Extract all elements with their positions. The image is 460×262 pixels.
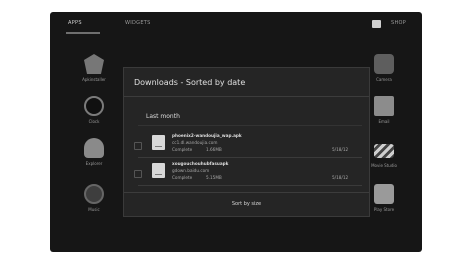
dialog-title-divider bbox=[124, 96, 369, 97]
download-item[interactable]: phoenix2-wandoujia_wap.apk cc1.dl.wandou… bbox=[124, 132, 369, 158]
play-store-icon bbox=[374, 184, 394, 204]
select-checkbox[interactable] bbox=[134, 142, 142, 150]
app-apkinstaller[interactable]: Apkinstaller bbox=[74, 54, 114, 98]
dialog-title: Downloads - Sorted by date bbox=[134, 78, 246, 87]
shop-button[interactable]: SHOP bbox=[391, 20, 406, 26]
explorer-icon bbox=[84, 138, 104, 158]
download-filename: phoenix2-wandoujia_wap.apk bbox=[172, 133, 242, 138]
shop-icon[interactable] bbox=[372, 20, 381, 28]
download-status: Complete bbox=[172, 147, 193, 152]
camera-icon bbox=[374, 54, 394, 74]
clock-icon bbox=[84, 96, 104, 116]
apkinstaller-icon bbox=[84, 54, 104, 74]
app-label: Explorer bbox=[85, 161, 103, 166]
download-date: 5/18/12 bbox=[332, 175, 349, 180]
download-host: cc1.dl.wandoujia.com bbox=[172, 140, 218, 145]
android-apk-icon bbox=[152, 135, 165, 150]
android-apk-icon bbox=[152, 163, 165, 178]
tab-apps-indicator bbox=[66, 32, 100, 34]
app-email[interactable]: Email bbox=[364, 96, 404, 140]
app-play-store[interactable]: Play Store bbox=[364, 184, 404, 228]
downloads-dialog: Downloads - Sorted by date Last month ph… bbox=[123, 67, 370, 217]
app-camera[interactable]: Camera bbox=[364, 54, 404, 98]
tab-widgets[interactable]: WIDGETS bbox=[125, 20, 151, 26]
screenshot-frame: APPS WIDGETS SHOP Apkinstaller Clock Exp… bbox=[0, 0, 460, 262]
app-label: Music bbox=[88, 207, 100, 212]
app-label: Clock bbox=[88, 119, 100, 124]
movie-studio-icon bbox=[374, 144, 394, 158]
section-header-last-month: Last month bbox=[146, 113, 180, 120]
download-date: 5/18/12 bbox=[332, 147, 349, 152]
app-label: Apkinstaller bbox=[82, 77, 106, 82]
launcher-tab-bar: APPS WIDGETS SHOP bbox=[50, 12, 422, 36]
music-icon bbox=[84, 184, 104, 204]
app-explorer[interactable]: Explorer bbox=[74, 138, 114, 182]
app-music[interactable]: Music bbox=[74, 184, 114, 228]
select-checkbox[interactable] bbox=[134, 170, 142, 178]
tablet-screen: APPS WIDGETS SHOP Apkinstaller Clock Exp… bbox=[50, 12, 422, 252]
row-divider bbox=[138, 185, 362, 186]
download-size: 1.66MB bbox=[206, 147, 222, 152]
section-divider bbox=[138, 125, 362, 126]
sort-by-size-button[interactable]: Sort by size bbox=[124, 193, 369, 216]
download-size: 5.15MB bbox=[206, 175, 222, 180]
app-clock[interactable]: Clock bbox=[74, 96, 114, 140]
row-divider bbox=[138, 157, 362, 158]
tab-apps[interactable]: APPS bbox=[68, 20, 82, 26]
download-filename: xougouchouhubfasuapk bbox=[172, 161, 229, 166]
app-movie-studio[interactable]: Movie Studio bbox=[364, 140, 404, 184]
download-item[interactable]: xougouchouhubfasuapk gdown.baidu.com Com… bbox=[124, 160, 369, 186]
download-host: gdown.baidu.com bbox=[172, 168, 210, 173]
email-icon bbox=[374, 96, 394, 116]
download-status: Complete bbox=[172, 175, 193, 180]
